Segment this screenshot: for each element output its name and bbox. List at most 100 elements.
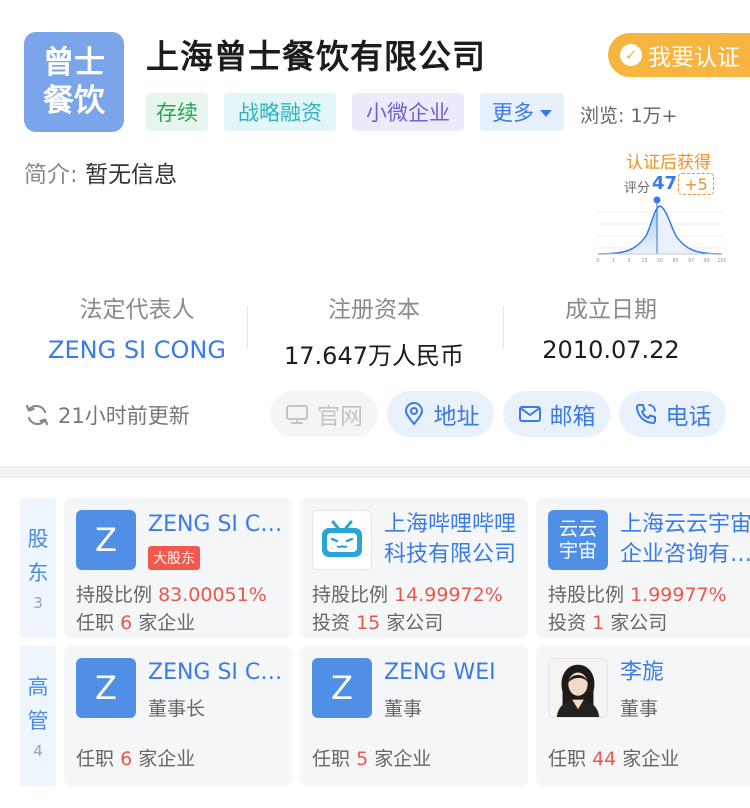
people-section: 股 东 3 Z ZENG SI CONG 大股东 持股比例 83.00051% … [0,478,750,808]
score-axis-tick: 100 [717,258,726,264]
line-prefix: 任职 [312,748,351,770]
executives-tab[interactable]: 高 管 4 [20,646,56,786]
legal-rep-label: 法定代表人 [79,297,195,323]
logo-line: 餐饮 [43,83,105,119]
executives-title-char: 管 [27,709,49,733]
check-badge-icon: ✓ [620,44,642,66]
address-label: 地址 [433,404,480,430]
score-marker-icon [653,196,661,204]
company-logo: 云云 宇宙 [548,510,608,570]
line-count: 6 [120,612,133,634]
score-axis-tick: 99 [703,258,709,264]
more-tags-button[interactable]: 更多 [480,93,564,131]
score-axis-tick: 1 [612,258,615,264]
line-suffix: 家公司 [610,612,668,634]
phone-button[interactable]: 电话 [619,391,726,437]
legal-rep-value[interactable]: ZENG SI CONG [22,336,252,364]
update-info[interactable]: 21小时前更新 [24,400,190,430]
line-count: 1 [592,612,605,634]
position-line: 任职 5 家企业 [312,744,431,771]
executive-role: 董事 [384,698,423,720]
avatar: Z [76,658,136,718]
shareholder-card[interactable]: Z ZENG SI CONG 大股东 持股比例 83.00051% 任职 6 家… [64,498,292,638]
line-suffix: 家企业 [138,748,196,770]
refresh-icon [25,404,49,426]
logo-line: 宇宙 [558,540,597,562]
line-suffix: 家企业 [622,748,680,770]
score-distribution-chart: 0 1 3 15 50 85 97 99 100 [596,196,726,264]
major-shareholder-badge: 大股东 [148,546,200,570]
certify-label: 我要认证 [648,45,740,71]
line-suffix: 家公司 [386,612,444,634]
shareholder-card[interactable]: 上海哔哩哔哩科技有限公司 持股比例 14.99972% 投资 15 家公司 [300,498,528,638]
email-button[interactable]: 邮箱 [503,391,610,437]
share-value: 1.99977% [630,584,727,606]
line-prefix: 投资 [548,612,587,634]
executive-name[interactable]: 李旎 [620,658,750,688]
website-button[interactable]: 官网 [270,391,378,437]
share-value: 14.99972% [394,584,503,606]
intro: 简介: 暂无信息 [24,155,177,189]
founded-value: 2010.07.22 [542,336,680,364]
legal-rep-stat[interactable]: 法定代表人 ZENG SI CONG [22,290,252,364]
bilibili-tv-icon [312,510,372,570]
executive-card[interactable]: Z ZENG WEI 董事 任职 5 家企业 [300,646,528,786]
score-axis-tick: 0 [596,258,599,264]
score-axis-tick: 97 [688,258,694,264]
line-count: 44 [592,748,617,770]
executives-count: 4 [33,742,43,760]
position-line: 任职 44 家企业 [548,744,679,771]
score-title: 认证后获得 [626,153,711,173]
shareholders-count: 3 [33,594,43,612]
executive-card[interactable]: 李旎 董事 任职 44 家企业 [536,646,750,786]
line-count: 5 [356,748,369,770]
share-line: 持股比例 83.00051% [76,580,267,607]
company-header-panel: 曾士 餐饮 上海曾士餐饮有限公司 ✓ 我要认证 存续 战略融资 小微企业 更多 … [0,0,750,466]
line-prefix: 任职 [548,748,587,770]
position-line: 任职 6 家企业 [76,744,195,771]
founded-stat: 成立日期 2010.07.22 [496,290,726,364]
shareholders-title-char: 股 [27,527,49,551]
line-count: 6 [120,748,133,770]
share-value: 83.00051% [158,584,267,606]
share-line: 持股比例 1.99977% [548,580,727,607]
shareholder-card[interactable]: 云云 宇宙 上海云云宇宙企业咨询有限公司 持股比例 1.99977% 投资 1 … [536,498,750,638]
location-pin-icon [404,402,423,426]
score-widget[interactable]: 认证后获得 评分 47 +5 0 1 3 15 50 85 97 99 100 [596,146,726,266]
address-button[interactable]: 地址 [387,391,494,437]
certify-button[interactable]: ✓ 我要认证 [608,33,750,77]
financing-tag[interactable]: 战略融资 [224,93,336,131]
score-axis-tick: 85 [672,258,678,264]
line-suffix: 家企业 [138,612,196,634]
position-line: 任职 6 家企业 [76,608,195,635]
avatar: Z [76,510,136,570]
executive-name[interactable]: ZENG SI CONG [148,658,288,688]
phone-icon [635,404,656,424]
executive-name[interactable]: ZENG WEI [384,658,524,688]
logo-line: 曾士 [43,45,105,81]
phone-label: 电话 [665,404,712,430]
status-tag[interactable]: 存续 [146,93,208,131]
share-label: 持股比例 [312,584,389,606]
capital-value: 17.647万人民币 [284,342,464,370]
intro-label: 简介: [24,162,78,188]
avatar: Z [312,658,372,718]
small-enterprise-tag[interactable]: 小微企业 [352,93,464,131]
shareholder-name[interactable]: 上海云云宇宙企业咨询有限公司 [620,510,750,570]
executive-card[interactable]: Z ZENG SI CONG 董事长 任职 6 家企业 [64,646,292,786]
shareholders-title-char: 东 [27,561,49,585]
founded-label: 成立日期 [565,297,657,323]
person-photo-icon [548,658,608,718]
shareholder-name[interactable]: 上海哔哩哔哩科技有限公司 [384,510,524,570]
line-count: 15 [356,612,381,634]
investment-line: 投资 1 家公司 [548,608,667,635]
executives-title-char: 高 [27,675,49,699]
line-suffix: 家企业 [374,748,432,770]
capital-label: 注册资本 [328,297,420,323]
score-axis-tick: 15 [641,258,647,264]
investment-line: 投资 15 家公司 [312,608,443,635]
shareholders-tab[interactable]: 股 东 3 [20,498,56,638]
score-axis-tick: 3 [627,258,630,264]
intro-value: 暂无信息 [85,162,178,188]
shareholder-name[interactable]: ZENG SI CONG [148,510,288,540]
